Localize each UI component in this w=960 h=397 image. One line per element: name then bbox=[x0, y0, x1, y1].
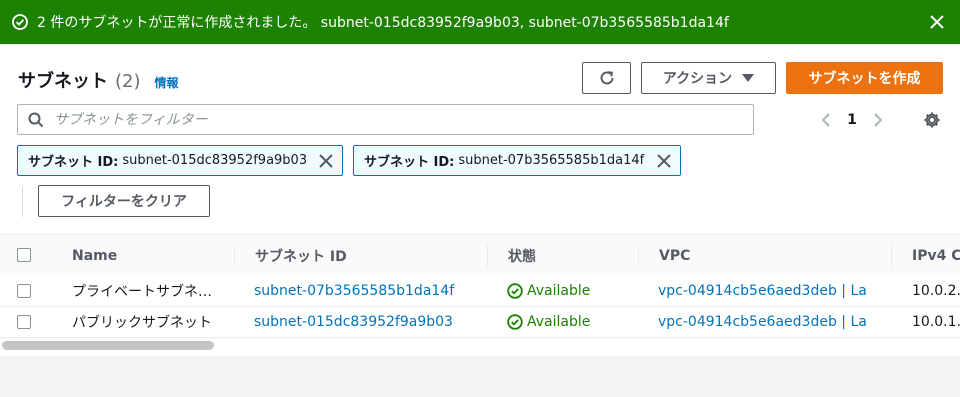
filter-search-box[interactable] bbox=[17, 104, 754, 135]
column-header-label: 状態 bbox=[508, 248, 536, 265]
subnet-count: (2) bbox=[115, 71, 141, 92]
clear-filters-button[interactable]: フィルターをクリア bbox=[38, 185, 210, 217]
next-page-icon[interactable] bbox=[867, 109, 889, 131]
filter-token: サブネット ID: subnet-015dc83952f9a9b03 bbox=[17, 145, 343, 176]
cell-name: パブリックサブネット bbox=[72, 315, 212, 331]
cell-ipv4-cidr: 10.0.1.0 bbox=[912, 314, 960, 330]
check-circle-icon bbox=[507, 283, 523, 299]
actions-dropdown-button[interactable]: アクション bbox=[641, 62, 776, 94]
close-icon[interactable] bbox=[928, 13, 946, 31]
success-flash-bar: 2 件のサブネットが正常に作成されました。 subnet-015dc83952f… bbox=[0, 0, 960, 44]
row-checkbox[interactable] bbox=[17, 315, 31, 329]
column-divider bbox=[234, 245, 235, 267]
flash-message: 2 件のサブネットが正常に作成されました。 subnet-015dc83952f… bbox=[37, 15, 729, 31]
filter-token-key: サブネット ID: bbox=[364, 155, 455, 170]
cell-state: Available bbox=[507, 276, 627, 306]
filter-token-value: subnet-015dc83952f9a9b03 bbox=[122, 153, 308, 168]
horizontal-scrollbar-thumb[interactable] bbox=[2, 341, 214, 350]
create-subnet-button[interactable]: サブネットを作成 bbox=[786, 62, 943, 94]
refresh-button[interactable] bbox=[582, 62, 631, 94]
check-circle-icon bbox=[12, 14, 28, 30]
pagination: 1 bbox=[815, 109, 889, 131]
column-divider bbox=[638, 245, 639, 267]
table-row[interactable]: パブリックサブネット subnet-015dc83952f9a9b03 Avai… bbox=[0, 307, 960, 338]
filter-token: サブネット ID: subnet-07b3565585b1da14f bbox=[353, 145, 681, 176]
column-divider bbox=[891, 245, 892, 267]
column-header-label: IPv4 CI bbox=[912, 247, 960, 264]
column-header-name[interactable]: Name bbox=[72, 235, 117, 276]
caret-down-icon bbox=[742, 74, 755, 82]
remove-filter-icon[interactable] bbox=[656, 153, 672, 169]
cell-state: Available bbox=[507, 307, 627, 337]
title-text: サブネット bbox=[18, 71, 108, 92]
column-header-state[interactable]: 状態 bbox=[508, 235, 536, 276]
filter-search-input[interactable] bbox=[54, 111, 734, 128]
column-header-subnet-id[interactable]: サブネット ID bbox=[255, 235, 347, 276]
select-all-checkbox[interactable] bbox=[17, 248, 31, 262]
subnets-panel: サブネット (2) 情報 アクション サブネットを作成 1 サブネット ID: … bbox=[0, 45, 960, 356]
search-icon bbox=[28, 112, 44, 128]
cell-vpc-link[interactable]: vpc-04914cb5e6aed3deb | La… bbox=[658, 307, 868, 337]
actions-label: アクション bbox=[662, 71, 733, 87]
previous-page-icon[interactable] bbox=[815, 109, 837, 131]
column-header-label: サブネット ID bbox=[255, 248, 347, 265]
state-label: Available bbox=[527, 314, 591, 330]
column-header-label: VPC bbox=[659, 247, 691, 264]
cell-name: プライベートサブネ… bbox=[72, 284, 212, 300]
remove-filter-icon[interactable] bbox=[318, 153, 334, 169]
cell-ipv4-cidr: 10.0.2.0 bbox=[912, 283, 960, 299]
state-label: Available bbox=[527, 283, 591, 299]
info-link[interactable]: 情報 bbox=[155, 74, 179, 91]
table-header: Name サブネット ID 状態 VPC IPv4 CI bbox=[0, 234, 960, 277]
gear-icon[interactable] bbox=[922, 110, 942, 130]
row-checkbox[interactable] bbox=[17, 284, 31, 298]
page-number[interactable]: 1 bbox=[843, 112, 861, 128]
page-title: サブネット (2) 情報 bbox=[18, 67, 179, 93]
column-header-ipv4-cidr[interactable]: IPv4 CI bbox=[912, 235, 960, 276]
cell-vpc-link[interactable]: vpc-04914cb5e6aed3deb | La… bbox=[658, 276, 868, 306]
refresh-icon bbox=[598, 69, 616, 87]
cell-subnet-id-link[interactable]: subnet-07b3565585b1da14f bbox=[254, 276, 479, 306]
cell-subnet-id-link[interactable]: subnet-015dc83952f9a9b03 bbox=[254, 307, 479, 337]
check-circle-icon bbox=[507, 314, 523, 330]
column-header-label: Name bbox=[72, 247, 118, 264]
column-divider bbox=[487, 245, 488, 267]
table-row[interactable]: プライベートサブネ… subnet-07b3565585b1da14f Avai… bbox=[0, 276, 960, 307]
divider bbox=[22, 187, 23, 217]
filter-token-value: subnet-07b3565585b1da14f bbox=[458, 153, 645, 168]
filter-token-key: サブネット ID: bbox=[28, 155, 119, 170]
column-header-vpc[interactable]: VPC bbox=[659, 235, 690, 276]
